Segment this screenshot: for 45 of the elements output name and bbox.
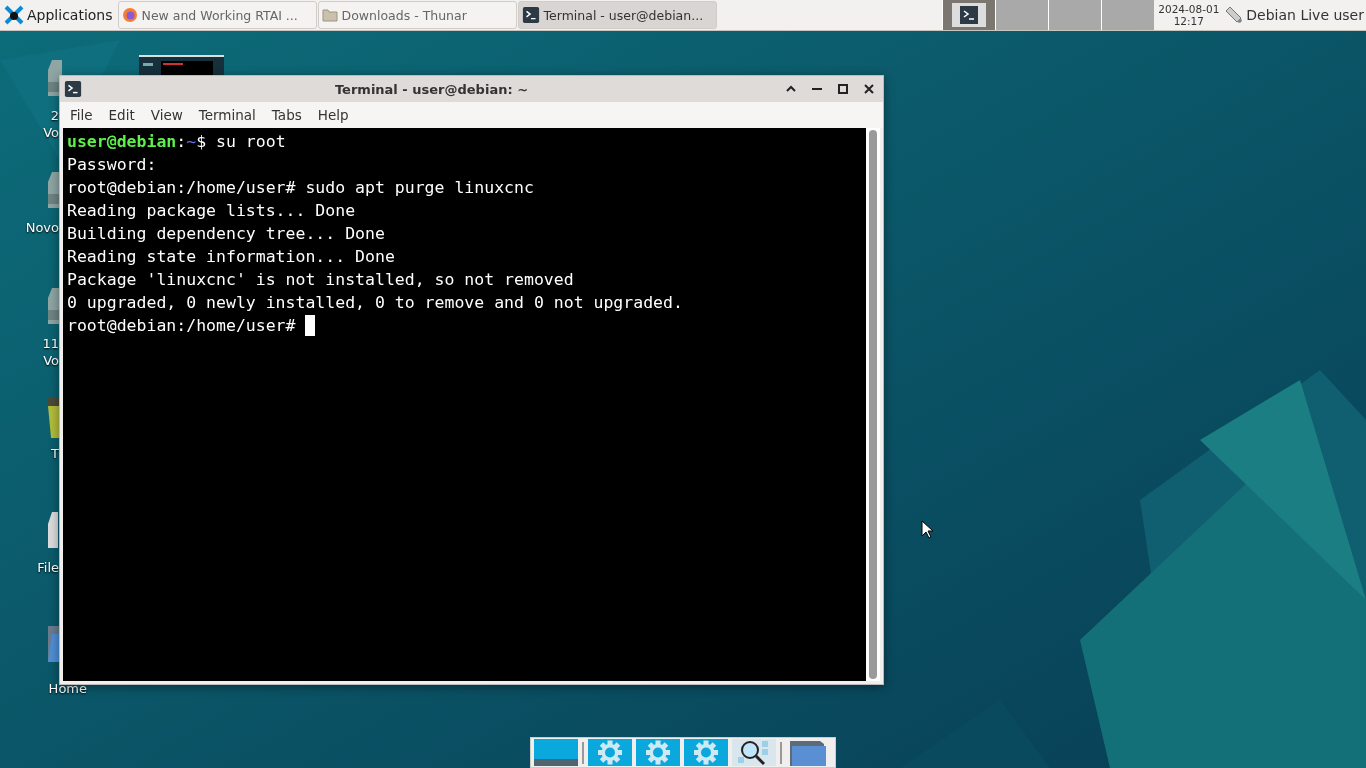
icon-label: 11 (42, 335, 59, 352)
terminal-line: 0 upgraded, 0 newly installed, 0 to remove and 0 not upgraded. (67, 292, 683, 314)
terminal-icon (521, 6, 540, 24)
icon-label: Vo (43, 124, 59, 141)
menu-item[interactable]: Terminal (190, 107, 264, 123)
browser-icon (121, 7, 138, 23)
taskbar-button[interactable]: New and Working RTAI ... (117, 1, 317, 29)
icon-label: 2 (49, 107, 59, 124)
scrollbar-thumb[interactable] (869, 130, 877, 679)
menu-item[interactable]: Tabs (263, 107, 310, 123)
folder-icon (321, 7, 338, 23)
terminal-line: user@debian:~$ su root (67, 131, 286, 153)
icon-label: Home (48, 680, 87, 697)
terminal-line: Building dependency tree... Done (67, 223, 385, 245)
terminal-line: Password: (67, 154, 157, 176)
taskbar-button[interactable]: Downloads - Thunar (317, 1, 517, 29)
terminal-line: Reading state information... Done (67, 246, 395, 268)
window-icon (64, 80, 82, 98)
clock[interactable]: 2024-08-01 12:17 (1154, 3, 1224, 27)
mouse-pointer-icon (921, 520, 933, 539)
terminal-line: root@debian:/home/user# (67, 315, 297, 337)
applications-menu[interactable]: Applications (0, 0, 117, 30)
terminal-line: root@debian:/home/user# sudo apt purge linuxcnc (67, 177, 534, 199)
menu-item[interactable]: Edit (100, 107, 143, 123)
close-icon (863, 83, 875, 95)
workspace-button[interactable] (942, 0, 996, 30)
maximize-icon (837, 83, 849, 95)
logo-icon (4, 5, 24, 25)
menu-item[interactable]: Help (309, 107, 357, 123)
icon-label: Vo (42, 352, 59, 369)
menu-item[interactable]: View (142, 107, 191, 123)
menu-item[interactable]: File (62, 107, 101, 123)
usb-drive-icon (1223, 5, 1244, 25)
user-name[interactable]: Debian Live user (1246, 7, 1364, 23)
trash-icon (48, 398, 60, 438)
terminal-line: Package 'linuxcnc' is not installed, so not removed (67, 269, 574, 291)
taskbar-button[interactable]: Terminal - user@debian... (517, 1, 717, 29)
minimize-icon (811, 88, 823, 90)
search-button[interactable] (732, 739, 776, 766)
window-title: Terminal - user@debian: ~ (333, 81, 530, 97)
icon-label: Novo (25, 219, 59, 236)
icon-label: T (51, 445, 59, 462)
folder-icon (48, 626, 60, 662)
icon-label: File (37, 559, 59, 576)
terminal-line: Reading package lists... Done (67, 200, 356, 222)
